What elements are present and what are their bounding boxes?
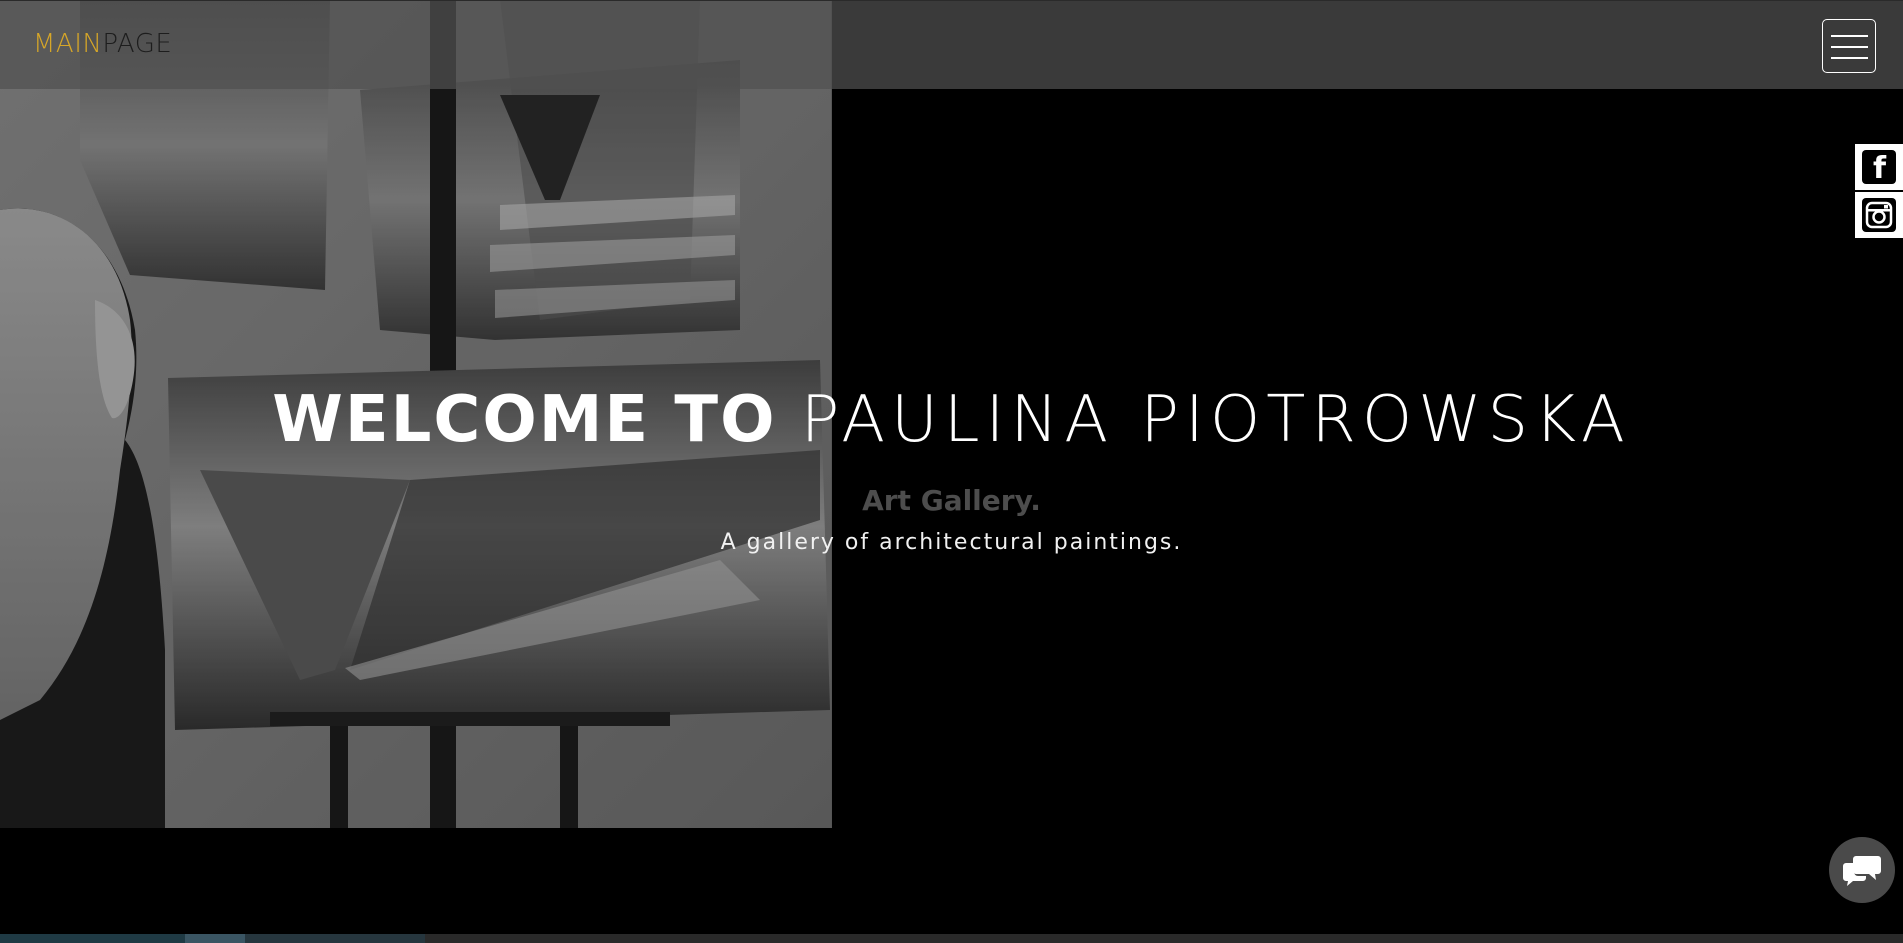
instagram-link[interactable] (1855, 192, 1903, 238)
instagram-icon (1862, 198, 1896, 232)
menu-toggle-button[interactable] (1822, 19, 1876, 73)
hamburger-menu-icon-bar (1831, 57, 1868, 59)
hero-text-block: WELCOME TO PAULINA PIOTROWSKA Art Galler… (0, 378, 1903, 558)
facebook-link[interactable]: f (1855, 144, 1903, 190)
hero-description: A gallery of architectural paintings. (720, 530, 1183, 555)
bottom-section-edge (0, 934, 1903, 943)
hamburger-menu-icon (1831, 35, 1868, 37)
facebook-icon: f (1862, 150, 1896, 186)
page: MAINPAGE f WELCOME TO PAULINA PIOTROWSKA… (0, 0, 1903, 943)
hero-title: WELCOME TO PAULINA PIOTROWSKA (0, 378, 1903, 462)
chat-button[interactable] (1829, 837, 1895, 903)
hero-subtitle: Art Gallery. (862, 484, 1041, 517)
brand-logo-link[interactable]: MAINPAGE (33, 29, 172, 59)
brand-page-text: PAGE (102, 29, 173, 59)
hero-title-name: PAULINA PIOTROWSKA (800, 383, 1631, 457)
top-navbar: MAINPAGE (0, 0, 1903, 89)
hamburger-menu-icon-bar (1831, 46, 1868, 48)
brand-main-text: MAIN (33, 29, 103, 59)
chat-bubbles-icon (1843, 856, 1881, 886)
hero-title-welcome: WELCOME TO (272, 383, 777, 457)
